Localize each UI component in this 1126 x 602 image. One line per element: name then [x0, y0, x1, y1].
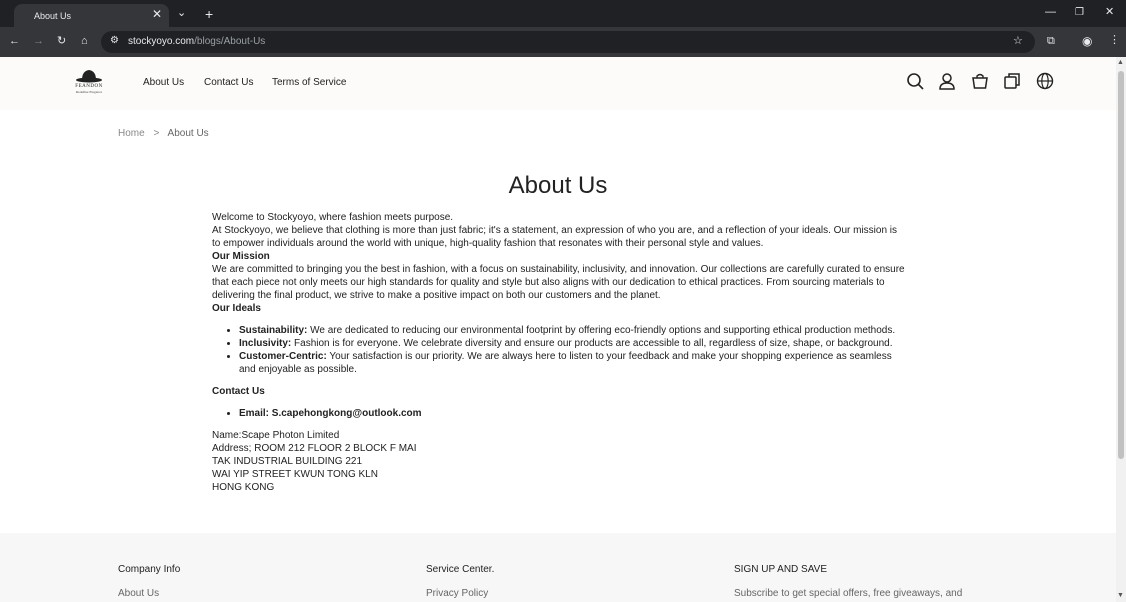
profile-icon[interactable]: ◉: [1082, 35, 1092, 47]
scroll-down-icon[interactable]: ▼: [1117, 592, 1124, 599]
forward-icon[interactable]: →: [33, 36, 44, 47]
menu-icon[interactable]: ⋮: [1109, 35, 1120, 46]
globe-icon[interactable]: [1036, 72, 1054, 90]
footer-company-heading: Company Info: [118, 564, 181, 575]
scroll-up-icon[interactable]: ▲: [1117, 59, 1124, 66]
web-page: FEANDON Redefine Elegance About Us Conta…: [0, 57, 1116, 602]
browser-tab[interactable]: About Us ✕: [14, 4, 169, 27]
footer-signup-heading: SIGN UP AND SAVE: [734, 564, 827, 575]
article-content: Welcome to Stockyoyo, where fashion meet…: [212, 211, 908, 494]
list-item: Inclusivity: Fashion is for everyone. We…: [239, 337, 908, 350]
cart-icon[interactable]: [971, 72, 989, 90]
contact-list: Email: S.capehongkong@outlook.com: [212, 407, 908, 420]
address-line: HONG KONG: [212, 482, 275, 493]
orders-icon[interactable]: [1003, 72, 1021, 90]
site-logo[interactable]: FEANDON Redefine Elegance: [64, 69, 114, 97]
footer-privacy-policy-link[interactable]: Privacy Policy: [426, 588, 488, 599]
mission-text: We are committed to bringing you the bes…: [212, 264, 905, 301]
breadcrumb-current: About Us: [167, 128, 209, 139]
site-footer: Company Info About Us Service Center. Pr…: [0, 533, 1116, 602]
breadcrumb-separator: >: [153, 128, 160, 139]
intro-text: At Stockyoyo, we believe that clothing i…: [212, 225, 898, 249]
close-tab-icon[interactable]: ✕: [152, 7, 162, 21]
ideals-list: Sustainability: We are dedicated to redu…: [212, 324, 908, 376]
restore-icon[interactable]: ❐: [1075, 8, 1084, 18]
logo-text: FEANDON: [75, 84, 103, 89]
bookmark-star-icon[interactable]: ☆: [1013, 36, 1023, 47]
reload-icon[interactable]: ↻: [57, 36, 66, 47]
list-item: Email: S.capehongkong@outlook.com: [239, 407, 908, 420]
list-item: Customer-Centric: Your satisfaction is o…: [239, 350, 908, 376]
welcome-text: Welcome to Stockyoyo, where fashion meet…: [212, 212, 454, 223]
account-icon[interactable]: [938, 72, 956, 90]
search-icon[interactable]: [906, 72, 924, 90]
address-bar[interactable]: ⚙ stockyoyo.com/blogs/About-Us ☆: [101, 31, 1035, 53]
logo-subtext: Redefine Elegance: [75, 90, 103, 94]
footer-about-us-link[interactable]: About Us: [118, 588, 159, 599]
address-line: Address; ROOM 212 FLOOR 2 BLOCK F MAI: [212, 443, 417, 454]
contact-heading: Contact Us: [212, 386, 265, 397]
footer-signup-text: Subscribe to get special offers, free gi…: [734, 588, 963, 599]
footer-service-heading: Service Center.: [426, 564, 495, 575]
page-title: About Us: [508, 172, 608, 199]
nav-terms-of-service[interactable]: Terms of Service: [272, 77, 346, 88]
browser-toolbar: ← → ↻ ⌂ ⚙ stockyoyo.com/blogs/About-Us ☆…: [0, 27, 1126, 57]
hat-logo-icon: [76, 70, 102, 83]
address-line: Name:Scape Photon Limited: [212, 430, 340, 441]
extensions-icon[interactable]: ⧉: [1047, 36, 1055, 47]
tab-title: About Us: [34, 10, 72, 21]
home-icon[interactable]: ⌂: [81, 36, 88, 47]
breadcrumb: Home > About Us: [118, 128, 215, 139]
site-info-icon[interactable]: ⚙: [110, 36, 119, 46]
scrollbar-thumb[interactable]: [1118, 71, 1124, 459]
tab-search-icon[interactable]: ⌄: [177, 8, 186, 19]
minimize-icon[interactable]: —: [1045, 7, 1056, 18]
page-scrollbar[interactable]: ▲ ▼: [1116, 57, 1126, 602]
address-line: TAK INDUSTRIAL BUILDING 221: [212, 456, 363, 467]
window-close-icon[interactable]: ✕: [1105, 7, 1114, 18]
site-header: FEANDON Redefine Elegance About Us Conta…: [0, 57, 1116, 110]
address-line: WAI YIP STREET KWUN TONG KLN: [212, 469, 378, 480]
browser-tab-bar: About Us ✕ ⌄ + — ❐ ✕: [0, 0, 1126, 27]
breadcrumb-home[interactable]: Home: [118, 128, 145, 139]
email-text: Email: S.capehongkong@outlook.com: [239, 408, 422, 419]
back-icon[interactable]: ←: [9, 36, 20, 47]
mission-heading: Our Mission: [212, 251, 270, 262]
new-tab-icon[interactable]: +: [205, 7, 213, 21]
nav-about-us[interactable]: About Us: [143, 77, 184, 88]
ideals-heading: Our Ideals: [212, 303, 261, 314]
nav-contact-us[interactable]: Contact Us: [204, 77, 253, 88]
url-text: stockyoyo.com/blogs/About-Us: [128, 36, 266, 47]
list-item: Sustainability: We are dedicated to redu…: [239, 324, 908, 337]
